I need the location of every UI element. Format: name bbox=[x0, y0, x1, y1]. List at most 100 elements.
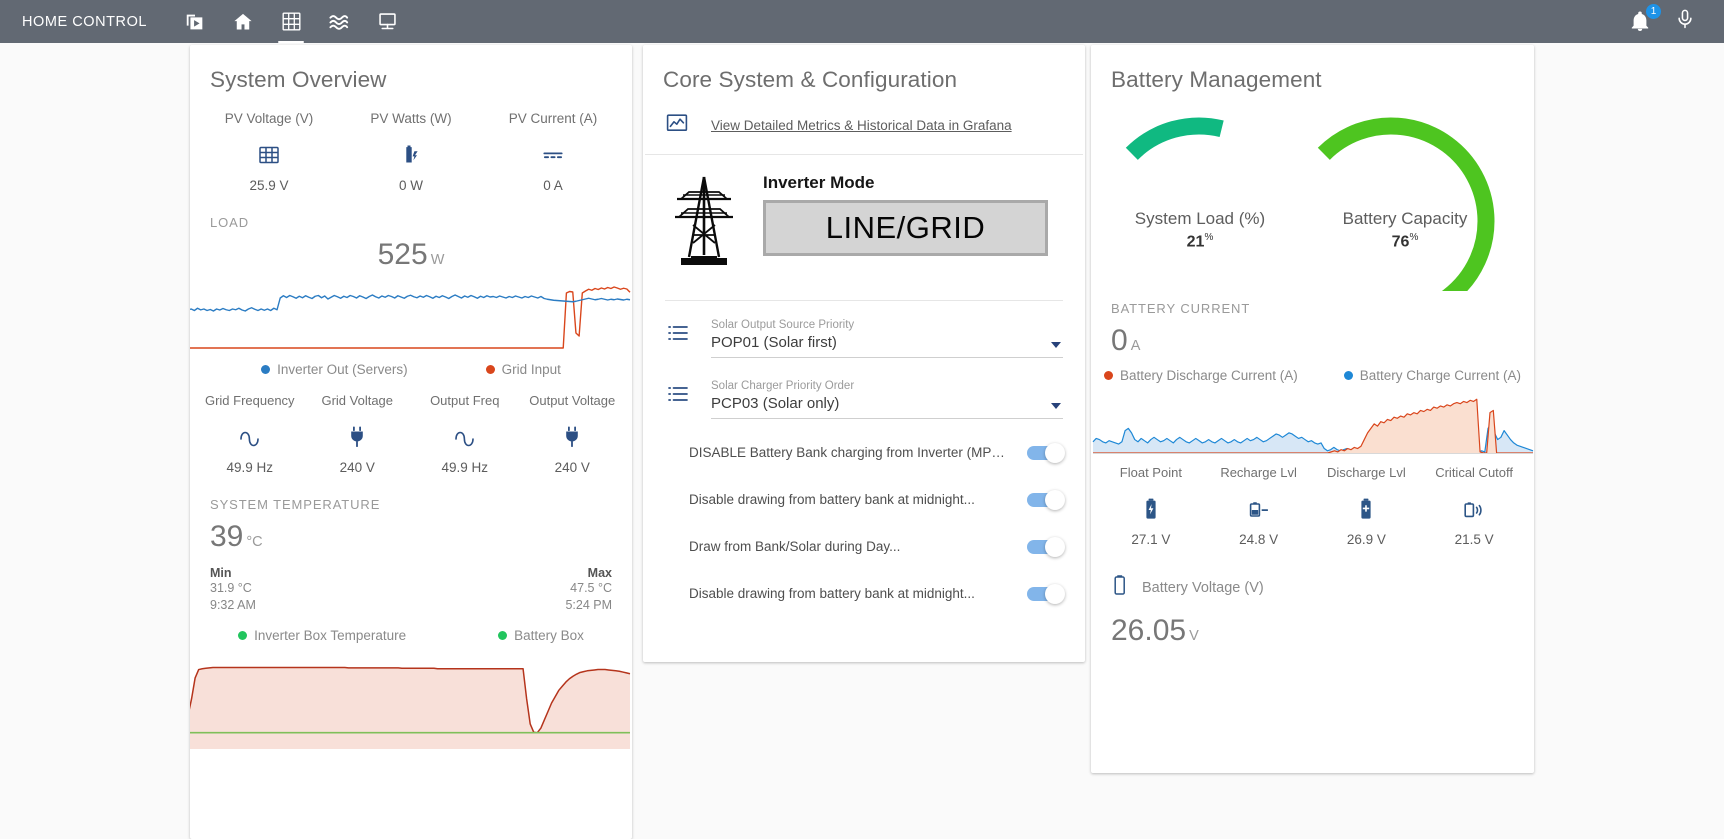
critical-cutoff-label: Critical Cutoff bbox=[1435, 465, 1514, 480]
toggle-label: Disable drawing from battery bank at mid… bbox=[689, 586, 975, 601]
toggle-row[interactable]: Draw from Bank/Solar during Day... bbox=[643, 527, 1085, 566]
discharge-level-value: 26.9 V bbox=[1346, 532, 1386, 547]
pv-voltage-label: PV Voltage (V) bbox=[224, 111, 314, 126]
max-value: 47.5 °C bbox=[570, 581, 612, 595]
system-load-number: 21 bbox=[1186, 233, 1205, 251]
home-icon[interactable] bbox=[219, 0, 267, 43]
legend-label: Inverter Box Temperature bbox=[254, 627, 407, 643]
load-chart bbox=[190, 286, 631, 349]
battery-voltage-label: Battery Voltage (V) bbox=[1142, 579, 1264, 596]
battery-alert-icon bbox=[1420, 490, 1528, 528]
output-freq-label: Output Freq bbox=[430, 393, 500, 408]
inverter-mode-label: Inverter Mode bbox=[763, 173, 875, 192]
pv-voltage-value: 25.9 V bbox=[249, 178, 289, 193]
media-copy-icon[interactable] bbox=[171, 0, 219, 43]
solar-charger-priority-order-select[interactable]: Solar Charger Priority Order PCP03 (Sola… bbox=[711, 380, 1063, 419]
system-load-label: System Load (%) bbox=[1134, 209, 1266, 228]
select-caption: Solar Output Source Priority bbox=[711, 319, 855, 331]
plug-icon bbox=[304, 418, 412, 456]
battery-capacity-gauge-text: Battery Capacity 76% bbox=[1296, 209, 1514, 251]
notifications-button[interactable]: 1 bbox=[1628, 3, 1661, 35]
toggle-row[interactable]: Disable drawing from battery bank at mid… bbox=[643, 574, 1085, 613]
nav-icon-group bbox=[171, 0, 411, 43]
critical-cutoff-metric: Critical Cutoff 21.5 V bbox=[1420, 465, 1528, 547]
battery-voltage-header: Battery Voltage (V) bbox=[1091, 547, 1534, 602]
float-point-value: 27.1 V bbox=[1131, 532, 1171, 547]
core-system-title: Core System & Configuration bbox=[663, 67, 958, 92]
system-load-value: 21% bbox=[1105, 232, 1295, 251]
battery-minus-icon bbox=[1205, 490, 1313, 528]
system-temperature-number: 39 bbox=[210, 520, 244, 553]
notification-badge: 1 bbox=[1646, 3, 1661, 19]
plug-icon bbox=[519, 418, 627, 456]
temperature-min: Min 31.9 °C 9:32 AM bbox=[210, 566, 256, 614]
waves-icon[interactable] bbox=[315, 0, 363, 43]
disable-battery-bank-charging-toggle[interactable] bbox=[1027, 442, 1065, 463]
legend-label: Inverter Out (Servers) bbox=[277, 362, 408, 377]
battery-current-label: BATTERY CURRENT bbox=[1111, 301, 1251, 316]
solar-charger-priority-order-row[interactable]: Solar Charger Priority Order PCP03 (Sola… bbox=[643, 358, 1085, 419]
top-right-actions: 1 bbox=[1628, 3, 1710, 35]
disable-drawing-midnight-toggle-2[interactable] bbox=[1027, 583, 1065, 604]
output-freq-metric: Output Freq 49.9 Hz bbox=[411, 393, 519, 475]
battery-current-value: 0A bbox=[1091, 316, 1534, 358]
grafana-link-row[interactable]: View Detailed Metrics & Historical Data … bbox=[645, 93, 1083, 155]
float-point-label: Float Point bbox=[1119, 465, 1182, 480]
temperature-chart-legend: Inverter Box Temperature Battery Box bbox=[190, 614, 632, 643]
legend-item: Grid Input bbox=[485, 362, 561, 377]
battery-outline-icon bbox=[1111, 573, 1129, 602]
app-brand-title: HOME CONTROL bbox=[22, 13, 148, 30]
system-temperature-chart bbox=[190, 666, 631, 749]
chevron-down-icon[interactable] bbox=[1051, 342, 1061, 348]
legend-dot bbox=[1343, 371, 1353, 380]
battery-management-card: Battery Management System Load (%) 21% B… bbox=[1091, 45, 1534, 773]
legend-dot bbox=[498, 630, 508, 640]
legend-item: Battery Discharge Current (A) bbox=[1103, 368, 1298, 383]
critical-cutoff-value: 21.5 V bbox=[1454, 532, 1494, 547]
microphone-icon[interactable] bbox=[1674, 8, 1696, 35]
dc-current-icon bbox=[482, 136, 624, 174]
disable-drawing-midnight-toggle[interactable] bbox=[1027, 489, 1065, 510]
battery-capacity-label: Battery Capacity bbox=[1342, 209, 1468, 228]
output-voltage-metric: Output Voltage 240 V bbox=[519, 393, 627, 475]
min-time: 9:32 AM bbox=[210, 597, 256, 612]
computer-icon[interactable] bbox=[363, 0, 411, 43]
system-overview-title: System Overview bbox=[210, 67, 387, 92]
toggle-row[interactable]: Disable drawing from battery bank at mid… bbox=[643, 480, 1085, 519]
pv-current-value: 0 A bbox=[543, 178, 563, 193]
core-system-configuration-card: Core System & Configuration View Detaile… bbox=[643, 45, 1085, 662]
inverter-mode-block: Inverter Mode LINE/GRID bbox=[643, 155, 1085, 274]
grafana-link[interactable]: View Detailed Metrics & Historical Data … bbox=[711, 118, 1012, 133]
grid-frequency-metric: Grid Frequency 49.9 Hz bbox=[196, 393, 304, 475]
select-caption: Solar Charger Priority Order bbox=[711, 380, 855, 392]
grid-frequency-value: 49.9 Hz bbox=[226, 460, 274, 475]
discharge-level-metric: Discharge Lvl 26.9 V bbox=[1313, 465, 1421, 547]
legend-dot bbox=[261, 365, 271, 374]
draw-from-bank-solar-day-toggle[interactable] bbox=[1027, 536, 1065, 557]
solar-output-source-priority-row[interactable]: Solar Output Source Priority POP01 (Sola… bbox=[643, 301, 1085, 358]
toggle-label: DISABLE Battery Bank charging from Inver… bbox=[689, 445, 1027, 460]
grid-icon[interactable] bbox=[267, 0, 315, 43]
legend-label: Battery Charge Current (A) bbox=[1359, 368, 1522, 383]
battery-gauges: System Load (%) 21% Battery Capacity 76% bbox=[1091, 93, 1534, 291]
recharge-level-value: 24.8 V bbox=[1239, 532, 1279, 547]
legend-label: Battery Box bbox=[514, 627, 584, 643]
gauge-arcs bbox=[1125, 117, 1495, 291]
battery-levels-row: Float Point 27.1 V Recharge Lvl 24.8 V D… bbox=[1091, 455, 1534, 547]
system-load-unit: % bbox=[1204, 232, 1214, 243]
line-chart-icon bbox=[665, 111, 689, 140]
system-temperature-value: 39 °C bbox=[190, 512, 632, 554]
solar-output-source-priority-select[interactable]: Solar Output Source Priority POP01 (Sola… bbox=[711, 319, 1063, 358]
toggle-row[interactable]: DISABLE Battery Bank charging from Inver… bbox=[643, 433, 1085, 472]
max-label: Max bbox=[587, 566, 612, 580]
output-voltage-label: Output Voltage bbox=[529, 393, 616, 408]
load-section-label: LOAD bbox=[210, 215, 250, 230]
legend-item: Inverter Box Temperature bbox=[238, 628, 406, 643]
grid-frequency-label: Grid Frequency bbox=[204, 393, 295, 408]
battery-management-title: Battery Management bbox=[1111, 67, 1322, 92]
chevron-down-icon[interactable] bbox=[1051, 403, 1061, 409]
grid-voltage-label: Grid Voltage bbox=[321, 393, 394, 408]
load-chart-legend: Inverter Out (Servers) Grid Input bbox=[190, 354, 632, 377]
transmission-tower-icon bbox=[667, 173, 741, 274]
select-value: POP01 (Solar first) bbox=[711, 334, 837, 351]
